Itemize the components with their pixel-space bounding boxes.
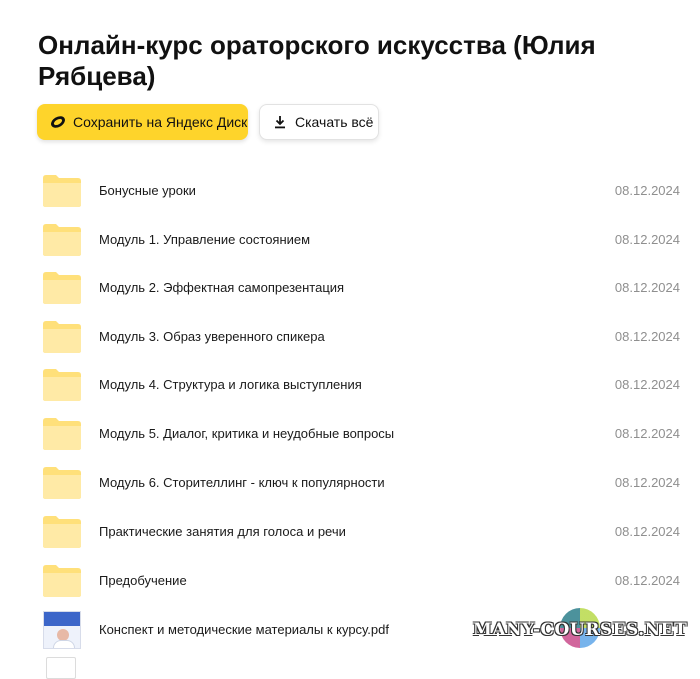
item-date: 08.12.2024 xyxy=(614,426,680,441)
list-item[interactable]: Модуль 5. Диалог, критика и неудобные во… xyxy=(0,409,700,458)
item-name: Модуль 1. Управление состоянием xyxy=(99,232,311,247)
item-date: 08.12.2024 xyxy=(614,329,680,344)
save-button-label: Сохранить на Яндекс Диск xyxy=(73,114,248,130)
list-item[interactable]: Модуль 6. Сторителлинг - ключ к популярн… xyxy=(0,458,700,507)
list-item[interactable]: Бонусные уроки 08.12.2024 xyxy=(0,166,700,215)
item-name: Предобучение xyxy=(99,573,187,588)
item-date: 08.12.2024 xyxy=(614,183,680,198)
item-name: Модуль 2. Эффектная самопрезентация xyxy=(99,280,345,295)
folder-icon xyxy=(43,369,81,401)
item-name: Бонусные уроки xyxy=(99,183,196,198)
folder-icon xyxy=(43,565,81,597)
item-date: 08.12.2024 xyxy=(614,573,680,588)
item-name: Практические занятия для голоса и речи xyxy=(99,524,346,539)
item-name: Модуль 6. Сторителлинг - ключ к популярн… xyxy=(99,475,385,490)
watermark-text: MANY-COURSES.NET xyxy=(473,620,688,640)
list-item[interactable]: Модуль 3. Образ уверенного спикера 08.12… xyxy=(0,312,700,361)
folder-icon xyxy=(43,418,81,450)
folder-icon xyxy=(43,224,81,256)
folder-icon xyxy=(43,516,81,548)
download-all-button[interactable]: Скачать всё xyxy=(259,104,379,140)
folder-icon xyxy=(43,272,81,304)
disk-icon xyxy=(49,113,67,131)
folder-icon xyxy=(43,321,81,353)
page-title: Онлайн-курс ораторского искусства (Юлия … xyxy=(38,30,596,91)
item-date: 08.12.2024 xyxy=(614,280,680,295)
list-item[interactable]: Модуль 4. Структура и логика выступления… xyxy=(0,360,700,409)
item-date: 08.12.2024 xyxy=(614,377,680,392)
folder-icon xyxy=(43,175,81,207)
list-item[interactable]: Модуль 1. Управление состоянием 08.12.20… xyxy=(0,215,700,264)
item-name: Модуль 4. Структура и логика выступления xyxy=(99,377,362,392)
list-item[interactable]: Модуль 2. Эффектная самопрезентация 08.1… xyxy=(0,263,700,312)
item-name: Модуль 5. Диалог, критика и неудобные во… xyxy=(99,426,395,441)
list-item[interactable]: Предобучение 08.12.2024 xyxy=(0,556,700,605)
folder-icon xyxy=(43,467,81,499)
download-button-label: Скачать всё xyxy=(295,114,374,130)
pdf-preview-thumbnail xyxy=(43,611,81,649)
item-name: Модуль 3. Образ уверенного спикера xyxy=(99,329,325,344)
download-icon xyxy=(271,113,289,131)
item-date: 08.12.2024 xyxy=(614,524,680,539)
item-date: 08.12.2024 xyxy=(614,232,680,247)
file-icon xyxy=(46,657,76,679)
item-date: 08.12.2024 xyxy=(614,475,680,490)
save-to-disk-button[interactable]: Сохранить на Яндекс Диск xyxy=(37,104,248,140)
list-item[interactable]: Практические занятия для голоса и речи 0… xyxy=(0,507,700,556)
item-name: Конспект и методические материалы к курс… xyxy=(99,622,389,637)
